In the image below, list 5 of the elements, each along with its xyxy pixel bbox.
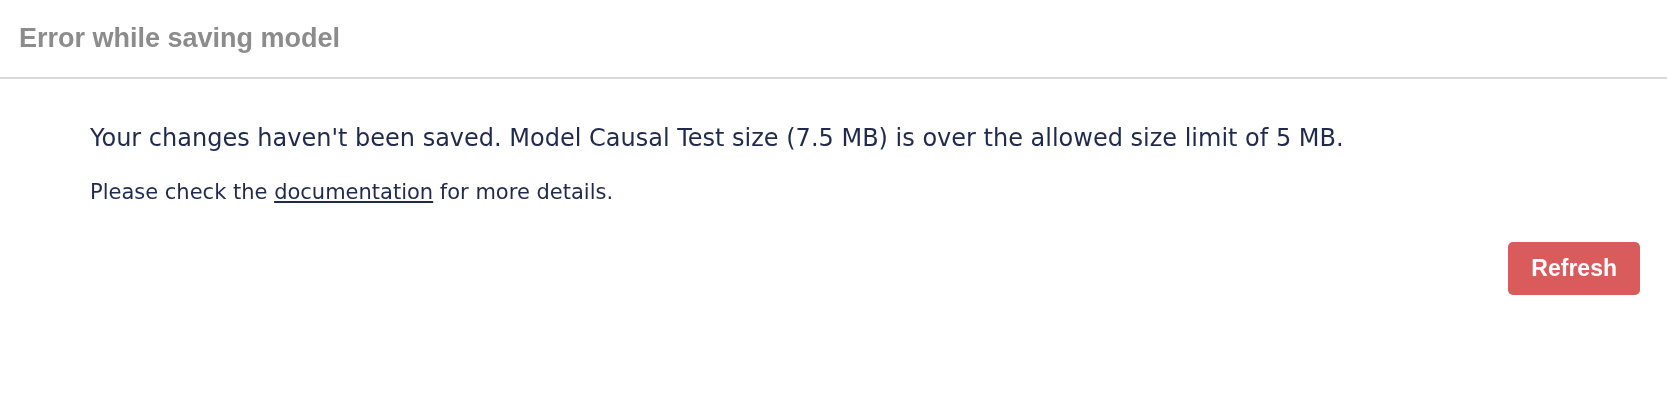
dialog-title: Error while saving model [19,23,341,54]
refresh-button[interactable]: Refresh [1508,242,1640,295]
error-message: Your changes haven't been saved. Model Causal Test size (7.5 MB) is over the allowed size limit of 5 MB. [90,123,1345,154]
documentation-link[interactable]: documentation [274,180,434,204]
detail-text: Please check the documentation for more details. [90,180,615,204]
